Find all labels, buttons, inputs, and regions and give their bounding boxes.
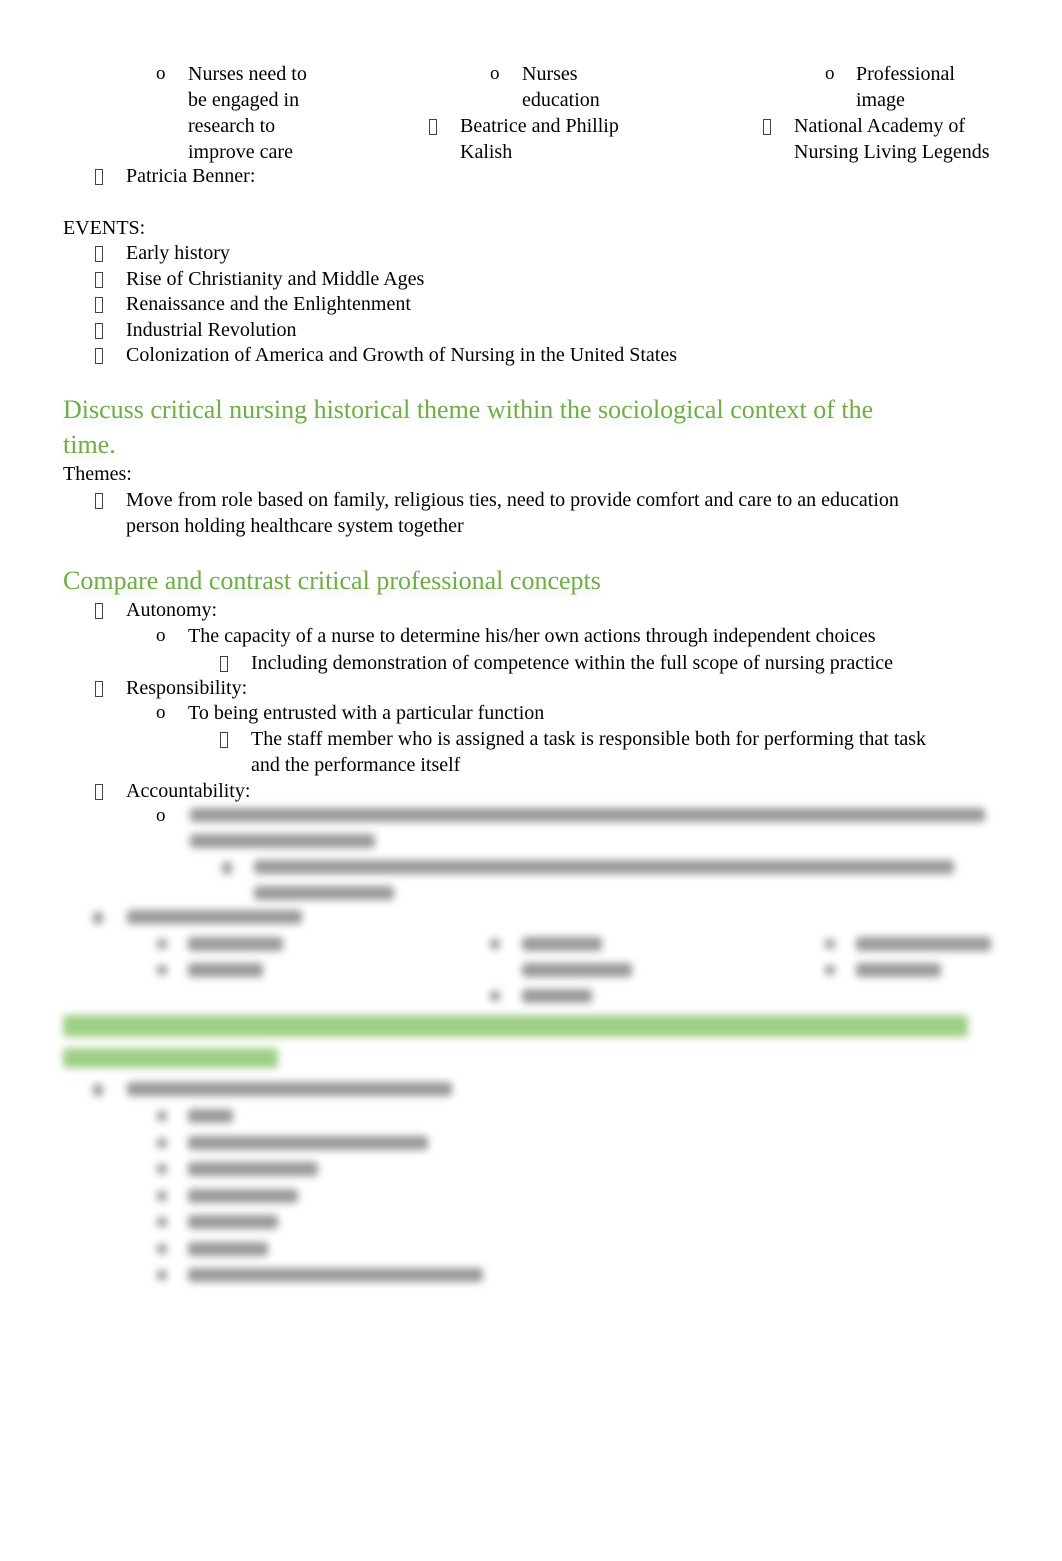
bullet-icon <box>95 297 103 313</box>
redacted-text-block <box>522 937 602 951</box>
redacted-text-block <box>188 1215 278 1229</box>
redacted-text-block <box>157 1217 167 1227</box>
list-item-text: Nurses need to <box>188 63 307 85</box>
redacted-text-block <box>157 1137 167 1148</box>
redacted-text-block <box>825 939 835 949</box>
bullet-icon <box>95 603 103 619</box>
bullet-icon <box>95 493 103 509</box>
section-heading: time. <box>63 430 116 459</box>
list-item-text: Professional <box>856 63 955 85</box>
redacted-text-block <box>63 1048 278 1068</box>
redacted-text-block <box>188 1109 233 1123</box>
sub-bullet-marker: o <box>156 625 166 646</box>
bullet-icon <box>95 681 103 697</box>
list-item-text: Colonization of America and Growth of Nu… <box>126 344 678 366</box>
list-item-text: Kalish <box>460 141 513 163</box>
list-item-text: Nurses <box>522 63 578 85</box>
redacted-text-block <box>157 1190 167 1201</box>
section-label: Themes: <box>63 463 132 485</box>
bullet-icon <box>95 169 103 185</box>
list-item-text: Nursing Living Legends <box>794 141 990 163</box>
list-item-text: To being entrusted with a particular fun… <box>188 702 545 724</box>
bullet-icon <box>763 119 771 135</box>
list-item-text: The capacity of a nurse to determine his… <box>188 625 876 647</box>
list-item-text: improve care <box>188 141 293 163</box>
bullet-icon <box>95 271 103 288</box>
list-item-text: be engaged in <box>188 89 300 111</box>
sub-bullet-marker: o <box>156 63 166 84</box>
redacted-text-block <box>254 860 954 874</box>
list-item-text: Beatrice and Phillip <box>460 115 619 137</box>
bullet-icon <box>429 119 437 135</box>
redacted-text-block <box>825 965 835 975</box>
bullet-icon <box>95 784 103 800</box>
redacted-text-block <box>188 937 283 951</box>
sub-bullet-marker: o <box>156 805 166 826</box>
sub-bullet-marker: o <box>490 63 500 84</box>
redacted-text-block <box>127 910 302 924</box>
redacted-text-block <box>856 963 941 977</box>
list-item-text: and the performance itself <box>251 754 461 776</box>
list-item-text: Industrial Revolution <box>126 318 297 341</box>
redacted-text-block <box>63 1015 968 1037</box>
section-heading: Discuss critical nursing historical them… <box>63 395 874 424</box>
redacted-text-block <box>490 939 500 949</box>
section-heading: Compare and contrast critical profession… <box>63 566 601 595</box>
list-item-text: person holding healthcare system togethe… <box>126 515 464 537</box>
redacted-text-block <box>157 965 167 975</box>
redacted-text-block <box>522 963 632 977</box>
redacted-text-block <box>188 963 263 977</box>
list-item-text: education <box>522 89 600 111</box>
redacted-text-block <box>490 991 500 1001</box>
bullet-icon <box>95 348 103 364</box>
redacted-text-block <box>856 937 991 951</box>
sub-bullet-marker: o <box>156 702 166 723</box>
list-item-text: image <box>856 89 905 111</box>
redacted-text-block <box>157 1243 167 1254</box>
redacted-text-block <box>93 912 103 924</box>
list-item-text: Renaissance and the Enlightenment <box>126 293 411 315</box>
bullet-icon <box>95 246 103 262</box>
bullet-icon <box>220 732 228 748</box>
list-item-text: research to <box>188 115 276 137</box>
list-item-text: National Academy of <box>794 115 966 137</box>
redacted-text-block <box>222 862 232 874</box>
redacted-text-block <box>157 1111 167 1121</box>
list-item-text: Patricia Benner: <box>126 165 256 187</box>
redacted-text-block <box>188 1241 268 1256</box>
redacted-text-block <box>157 1164 167 1174</box>
list-item-text: Autonomy: <box>126 599 218 621</box>
redacted-text-block <box>190 834 375 848</box>
list-item-text: Early history <box>126 242 230 264</box>
list-item-text: Rise of Christianity and Middle Ages <box>126 267 425 290</box>
redacted-text-block <box>190 808 985 822</box>
redacted-text-block <box>188 1162 318 1176</box>
redacted-text-block <box>157 939 167 949</box>
redacted-text-block <box>254 886 394 900</box>
list-item-text: The staff member who is assigned a task … <box>251 728 927 750</box>
redacted-text-block <box>188 1268 483 1282</box>
redacted-text-block <box>93 1084 103 1096</box>
redacted-text-block <box>157 1270 167 1280</box>
bullet-icon <box>95 322 103 339</box>
redacted-text-block <box>188 1135 428 1150</box>
list-item-text: Including demonstration of competence wi… <box>251 652 894 674</box>
list-item-text: Responsibility: <box>126 677 248 699</box>
section-label: EVENTS: <box>63 217 146 239</box>
redacted-text-block <box>127 1082 452 1096</box>
redacted-text-block <box>522 989 592 1003</box>
redacted-text-block <box>188 1188 298 1203</box>
list-item-text: Accountability: <box>126 780 251 802</box>
list-item-text: Move from role based on family, religiou… <box>126 489 899 511</box>
bullet-icon <box>220 656 228 672</box>
sub-bullet-marker: o <box>825 63 835 84</box>
